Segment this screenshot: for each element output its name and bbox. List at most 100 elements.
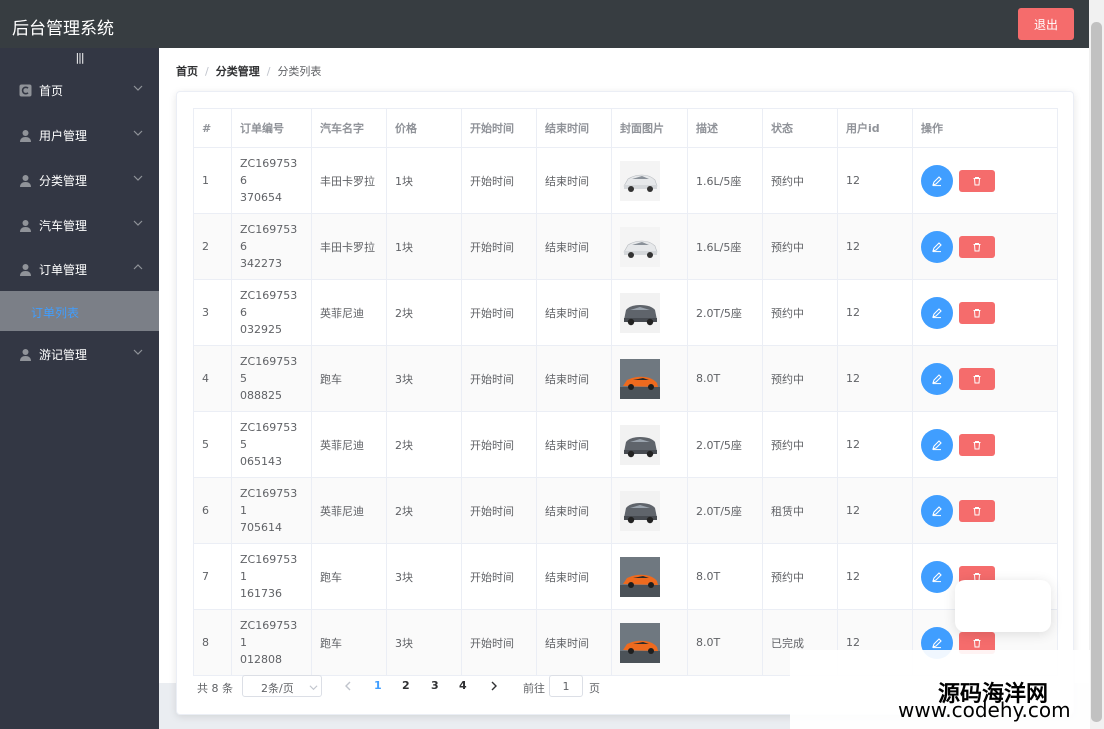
order-number-line: 012808 <box>240 653 282 666</box>
column-header: 状态 <box>762 108 838 148</box>
page-number[interactable]: 3 <box>431 679 439 692</box>
goto-page-input[interactable] <box>549 675 583 697</box>
car-name-cell: 英菲尼迪 <box>311 477 387 544</box>
car-name: 跑车 <box>320 636 342 650</box>
order-number-cell: ZC1697535 088825 <box>231 345 312 412</box>
user-id: 12 <box>846 570 860 583</box>
breadcrumb-separator: / <box>205 65 209 78</box>
chevron-down-icon <box>133 130 143 136</box>
status: 预约中 <box>771 372 804 386</box>
order-number-line: ZC1697531 <box>240 487 298 517</box>
car-name: 丰田卡罗拉 <box>320 240 375 254</box>
status: 租赁中 <box>771 504 804 518</box>
order-number-cell: ZC1697536 342273 <box>231 213 312 280</box>
edit-button[interactable] <box>921 428 953 461</box>
edit-button[interactable] <box>921 296 953 329</box>
edit-icon <box>932 439 942 450</box>
status: 已完成 <box>771 636 804 650</box>
order-number-line: ZC1697536 <box>240 289 298 319</box>
start-time-cell: 开始时间 <box>461 345 537 412</box>
app-title: 后台管理系统 <box>12 19 114 39</box>
chevron-right-icon[interactable] <box>488 678 500 694</box>
start-time: 开始时间 <box>470 372 514 386</box>
edit-icon <box>932 373 942 384</box>
edit-button[interactable] <box>921 494 953 527</box>
status: 预约中 <box>771 240 804 254</box>
order-number: ZC1697535 088825 <box>240 353 303 404</box>
end-time-cell: 结束时间 <box>536 543 612 610</box>
user-id: 12 <box>846 636 860 649</box>
page-number[interactable]: 4 <box>459 679 467 692</box>
sidebar-item-label: 首页 <box>39 84 64 98</box>
page-size-value: 2条/页 <box>261 682 294 695</box>
description: 2.0T/5座 <box>696 306 742 320</box>
car-name: 英菲尼迪 <box>320 306 364 320</box>
start-time-cell: 开始时间 <box>461 147 537 214</box>
delete-button[interactable] <box>959 499 995 522</box>
status-cell: 预约中 <box>762 411 838 478</box>
sidebar-item-travelogues[interactable]: 游记管理 <box>0 334 159 374</box>
order-number: ZC1697535 065143 <box>240 419 303 470</box>
sidebar-item-categories[interactable]: 分类管理 <box>0 160 159 200</box>
start-time: 开始时间 <box>470 570 514 584</box>
row-index-cell: 2 <box>193 213 232 280</box>
sidebar-toggle[interactable]: ||| <box>0 48 159 68</box>
delete-button[interactable] <box>959 367 995 390</box>
delete-button[interactable] <box>959 301 995 324</box>
user-id-cell: 12 <box>837 411 913 478</box>
user-icon <box>20 175 31 187</box>
edit-button[interactable] <box>921 560 953 593</box>
car-name-cell: 跑车 <box>311 543 387 610</box>
car-thumbnail <box>620 160 660 201</box>
price: 3块 <box>395 570 413 584</box>
user-id: 12 <box>846 504 860 517</box>
scrollbar-thumb[interactable] <box>1091 22 1102 722</box>
breadcrumb-category[interactable]: 分类管理 <box>216 65 260 78</box>
edit-button[interactable] <box>921 230 953 263</box>
delete-button[interactable] <box>959 433 995 456</box>
delete-button[interactable] <box>959 235 995 258</box>
start-time: 开始时间 <box>470 636 514 650</box>
scrollbar[interactable] <box>1089 0 1104 729</box>
sidebar-item-users[interactable]: 用户管理 <box>0 115 159 155</box>
end-time: 结束时间 <box>545 636 589 650</box>
sidebar-item-label: 分类管理 <box>39 174 88 188</box>
order-number-line: ZC1697531 <box>240 553 298 583</box>
breadcrumb-home[interactable]: 首页 <box>176 65 198 78</box>
page-number[interactable]: 1 <box>374 679 382 692</box>
price-cell: 2块 <box>386 477 462 544</box>
row-index-cell: 5 <box>193 411 232 478</box>
page-number[interactable]: 2 <box>402 679 410 692</box>
description: 1.6L/5座 <box>696 174 742 188</box>
order-number-cell: ZC1697535 065143 <box>231 411 312 478</box>
column-header: # <box>193 108 232 148</box>
sidebar-subitem-order-list[interactable]: 订单列表 <box>0 291 159 331</box>
car-name-cell: 跑车 <box>311 609 387 676</box>
order-number-cell: ZC1697531 012808 <box>231 609 312 676</box>
table-row: 1 ZC1697536 370654 丰田卡罗拉 1块 开始时间 结束时间 1.6L/5座 预约… <box>193 147 1058 214</box>
row-index: 7 <box>202 570 209 583</box>
page-size-select[interactable]: 2条/页 <box>242 675 322 697</box>
start-time-cell: 开始时间 <box>461 543 537 610</box>
car-thumbnail <box>620 226 660 267</box>
order-number-line: ZC1697531 <box>240 619 298 649</box>
edit-button[interactable] <box>921 164 953 197</box>
logout-button[interactable]: 退出 <box>1018 8 1074 40</box>
watermark-url: www.codehy.com <box>898 698 1071 722</box>
sidebar-item-orders[interactable]: 订单管理 <box>0 249 159 289</box>
description: 8.0T <box>696 636 721 649</box>
edit-icon <box>932 637 942 648</box>
main-content: 首页 / 分类管理 / 分类列表 # 订单编号 汽车名字 价格 开始时间 结束时间 封面… <box>159 48 1089 729</box>
chevron-left-icon[interactable] <box>342 678 354 694</box>
pagination-total: 共 8 条 <box>197 682 233 695</box>
delete-button[interactable] <box>959 169 995 192</box>
car-name: 跑车 <box>320 570 342 584</box>
row-index-cell: 7 <box>193 543 232 610</box>
sidebar-item-home[interactable]: 首页 <box>0 70 159 110</box>
car-name-cell: 跑车 <box>311 345 387 412</box>
actions-cell <box>912 477 1058 544</box>
sidebar-item-cars[interactable]: 汽车管理 <box>0 205 159 245</box>
start-time-cell: 开始时间 <box>461 213 537 280</box>
row-index-cell: 8 <box>193 609 232 676</box>
edit-button[interactable] <box>921 362 953 395</box>
